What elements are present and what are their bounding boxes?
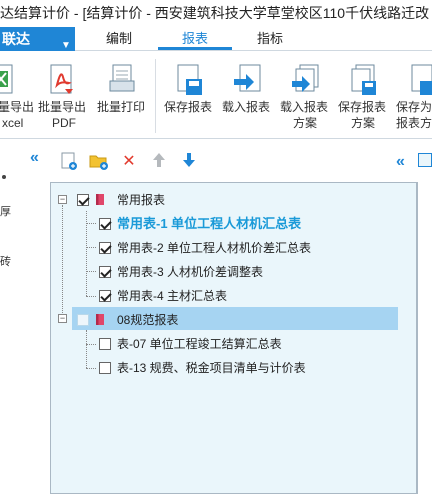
tree-line [86, 330, 87, 368]
tree-item-label: 常用表-3 人材机价差调整表 [117, 265, 264, 279]
left-item-2[interactable]: 砖 [0, 253, 11, 269]
toolbar-collapse-icon[interactable]: « [396, 153, 405, 171]
save-as-label-2: 报表方 [396, 116, 432, 130]
save-report-button[interactable]: 保存报表 [162, 51, 216, 139]
panel-edge-icon[interactable] [418, 153, 432, 167]
move-up-button[interactable] [148, 151, 170, 173]
tree-item-label: 常用表-2 单位工程人材机价差汇总表 [117, 241, 312, 255]
save-as-button[interactable]: 保存为 报表方 [394, 51, 432, 139]
checkbox-item[interactable] [99, 362, 111, 374]
export-pdf-button[interactable]: 批量导出 PDF [36, 51, 90, 139]
tree-group-label: 常用报表 [117, 193, 166, 207]
save-report-icon [177, 64, 202, 95]
window-title: 达结算计价 - [结算计价 - 西安建筑科技大学草堂校区110千伏线路迁改 [0, 0, 432, 27]
new-folder-button[interactable] [88, 151, 110, 173]
save-scheme-icon [351, 64, 376, 95]
tab-index[interactable]: 指标 [240, 27, 300, 51]
report-book-icon [96, 314, 104, 325]
save-as-label-1: 保存为 [396, 100, 432, 114]
save-report-label: 保存报表 [164, 100, 213, 114]
load-scheme-label-1: 载入报表 [280, 100, 329, 114]
load-report-label: 载入报表 [222, 100, 271, 114]
right-frame [417, 182, 432, 494]
active-tab-indicator [158, 47, 232, 50]
export-excel-button[interactable]: 量导出 xcel [0, 51, 34, 139]
load-scheme-button[interactable]: 载入报表 方案 [278, 51, 332, 139]
new-folder-icon [89, 155, 108, 170]
export-excel-label-1: 量导出 [0, 100, 35, 114]
tree-item-label: 常用表-4 主材汇总表 [117, 289, 228, 303]
tree-line [86, 344, 96, 345]
checkbox-item[interactable] [99, 266, 111, 278]
bullet-icon [2, 175, 6, 179]
delete-button[interactable]: ✕ [118, 151, 140, 173]
load-scheme-label-2: 方案 [293, 116, 318, 130]
export-excel-label-2: xcel [2, 116, 24, 130]
menu-bar: 联达 ▼ 编制 报表 指标 [0, 27, 432, 51]
left-panel: « 厚 砖 [0, 145, 48, 494]
load-report-icon [234, 64, 261, 92]
checkbox-item[interactable] [99, 242, 111, 254]
tree-item-label: 常用表-1 单位工程人材机汇总表 [117, 216, 302, 231]
tree-item-label: 表-07 单位工程竣工结算汇总表 [117, 337, 282, 351]
pdf-export-icon [50, 64, 73, 94]
save-scheme-label-1: 保存报表 [338, 100, 387, 114]
checkbox-group-common[interactable] [77, 194, 89, 206]
expander-common[interactable]: − [58, 195, 67, 204]
expander-08[interactable]: − [58, 314, 67, 323]
tree-item-label: 表-13 规费、税金项目清单与计价表 [117, 361, 306, 375]
arrow-up-icon [153, 153, 165, 167]
tree-line [86, 223, 96, 224]
tree-line [86, 247, 96, 248]
brand-label: 联达 [2, 31, 30, 47]
report-book-icon [96, 194, 104, 205]
new-report-button[interactable] [58, 151, 80, 173]
tree-group-label: 08规范报表 [117, 313, 179, 327]
close-icon: ✕ [122, 153, 136, 170]
tree-line [86, 271, 96, 272]
app-menu-button[interactable]: 联达 ▼ [0, 27, 75, 51]
checkbox-item[interactable] [99, 218, 111, 230]
checkbox-group-08[interactable] [77, 314, 89, 326]
save-as-icon [411, 64, 432, 95]
arrow-down-icon [183, 153, 195, 167]
print-icon [109, 64, 135, 92]
batch-print-label: 批量打印 [97, 100, 146, 114]
tree-line [86, 296, 96, 297]
report-toolbar: ✕ « [50, 145, 432, 179]
load-scheme-icon [292, 64, 319, 92]
save-scheme-button[interactable]: 保存报表 方案 [336, 51, 390, 139]
checkbox-item[interactable] [99, 290, 111, 302]
ribbon-separator [155, 59, 156, 133]
move-down-button[interactable] [178, 151, 200, 173]
save-scheme-label-2: 方案 [351, 116, 376, 130]
new-file-icon [61, 152, 77, 170]
tree-line [62, 205, 63, 319]
checkbox-item[interactable] [99, 338, 111, 350]
export-pdf-label-2: PDF [52, 116, 76, 130]
excel-export-icon [0, 64, 13, 94]
left-item-1[interactable]: 厚 [0, 203, 11, 219]
tree-line [86, 368, 96, 369]
ribbon: 量导出 xcel 批量导出 PDF 批量打印 保存报表 载入报表 载入报表 方案… [0, 51, 432, 139]
batch-print-button[interactable]: 批量打印 [96, 51, 148, 139]
left-collapse-icon[interactable]: « [30, 149, 39, 167]
load-report-button[interactable]: 载入报表 [220, 51, 274, 139]
export-pdf-label-1: 批量导出 [38, 100, 87, 114]
tab-edit[interactable]: 编制 [90, 27, 148, 51]
